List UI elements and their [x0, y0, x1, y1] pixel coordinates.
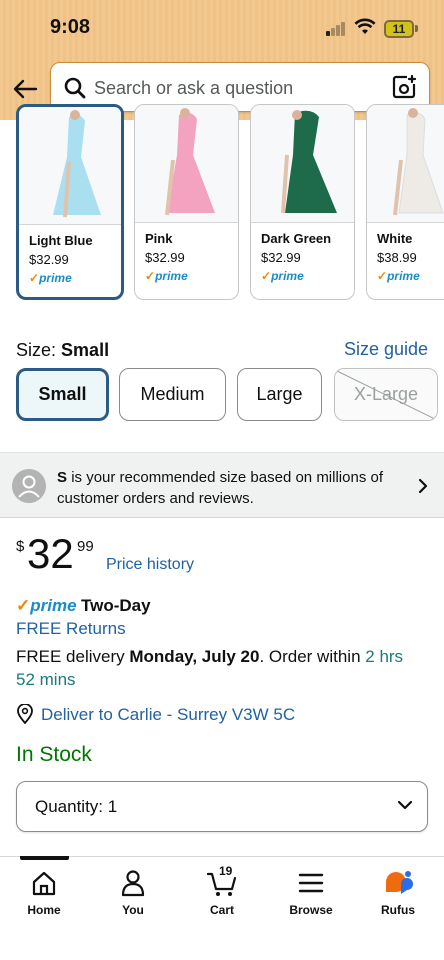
chevron-down-icon [397, 800, 413, 810]
free-returns-link[interactable]: FREE Returns [16, 619, 126, 639]
nav-home-label: Home [27, 903, 61, 917]
camera-lens-icon[interactable] [391, 74, 417, 100]
size-option-small[interactable]: Small [16, 368, 109, 421]
prime-badge: ✓prime [145, 269, 188, 283]
product-image [251, 105, 354, 223]
menu-icon [298, 873, 324, 893]
selected-size: Small [61, 340, 110, 360]
quantity-select[interactable]: Quantity: 1 [16, 781, 428, 832]
color-swatch-pink[interactable]: Pink $32.99 ✓prime [134, 104, 239, 300]
prime-logo: ✓prime [16, 596, 77, 615]
product-image [135, 105, 238, 223]
recommendation-text: S is your recommended size based on mill… [57, 469, 384, 507]
nav-home[interactable]: Home [4, 868, 84, 917]
price-currency: $ [16, 538, 25, 555]
size-option-x-large[interactable]: X-Large [334, 368, 438, 421]
cart-count: 19 [219, 864, 233, 878]
prime-check-icon: ✓ [377, 269, 388, 283]
swatch-price: $32.99 [29, 252, 69, 267]
delivery-info: FREE delivery Monday, July 20. Order wit… [16, 647, 404, 689]
status-time: 9:08 [50, 16, 91, 38]
signal-icon [326, 22, 348, 36]
prime-check-icon: ✓ [145, 269, 156, 283]
color-swatch-light-blue[interactable]: Light Blue $32.99 ✓prime [16, 104, 124, 300]
stock-status: In Stock [16, 743, 92, 766]
size-recommendation-banner[interactable]: S is your recommended size based on mill… [0, 452, 444, 518]
cart-icon-wrap: 19 [206, 864, 237, 898]
nav-rufus-label: Rufus [381, 903, 415, 917]
prime-check-icon: ✓ [261, 269, 272, 283]
location-pin-icon [17, 704, 33, 724]
swatch-price: $38.99 [377, 250, 417, 265]
size-label: Size: Small [16, 340, 110, 360]
battery-tip [415, 25, 418, 32]
header: 9:08 11 Search or ask a question [0, 0, 444, 120]
chevron-right-icon [418, 478, 428, 494]
color-swatch-white[interactable]: White $38.99 ✓prime [366, 104, 444, 300]
swatch-name: White [377, 231, 413, 246]
back-arrow-icon[interactable] [12, 76, 38, 102]
delivery-date: Monday, July 20 [129, 647, 260, 666]
search-placeholder: Search or ask a question [94, 78, 294, 98]
deliver-to-link[interactable]: Deliver to Carlie - Surrey V3W 5C [41, 705, 295, 725]
price-history-link[interactable]: Price history [106, 556, 194, 574]
color-swatch-dark-green[interactable]: Dark Green $32.99 ✓prime [250, 104, 355, 300]
search-icon [64, 77, 86, 99]
person-icon [121, 870, 145, 897]
swatch-name: Dark Green [261, 231, 332, 246]
swatch-price: $32.99 [145, 250, 185, 265]
size-option-medium[interactable]: Medium [119, 368, 226, 421]
active-tab-indicator [20, 856, 69, 860]
swatch-name: Pink [145, 231, 173, 246]
nav-you-label: You [122, 903, 144, 917]
prime-check-icon: ✓ [16, 596, 31, 615]
size-guide-link[interactable]: Size guide [344, 339, 428, 360]
nav-cart-label: Cart [209, 903, 234, 917]
prime-badge: ✓prime [377, 269, 420, 283]
price-whole: 32 [27, 530, 74, 577]
prime-badge: ✓prime [29, 271, 72, 285]
wifi-icon [354, 18, 376, 34]
battery-icon: 11 [384, 20, 414, 38]
prime-speed: Two-Day [81, 596, 151, 615]
nav-rufus[interactable]: Rufus [358, 868, 438, 917]
swatch-name: Light Blue [29, 233, 93, 248]
swatch-price: $32.99 [261, 250, 301, 265]
avatar-icon [12, 469, 46, 503]
nav-you[interactable]: You [93, 868, 173, 917]
prime-check-icon: ✓ [29, 271, 40, 285]
home-icon [32, 871, 56, 896]
rufus-icon [386, 871, 413, 894]
quantity-label: Quantity: 1 [35, 797, 118, 816]
product-image [367, 105, 444, 223]
prime-badge: ✓prime [261, 269, 304, 283]
size-option-large[interactable]: Large [237, 368, 322, 421]
price-fraction: 99 [77, 538, 94, 555]
unavailable-strike [336, 370, 437, 420]
nav-browse-label: Browse [289, 903, 333, 917]
nav-cart[interactable]: 19 Cart [182, 864, 262, 917]
nav-browse[interactable]: Browse [271, 868, 351, 917]
product-image [19, 107, 121, 225]
